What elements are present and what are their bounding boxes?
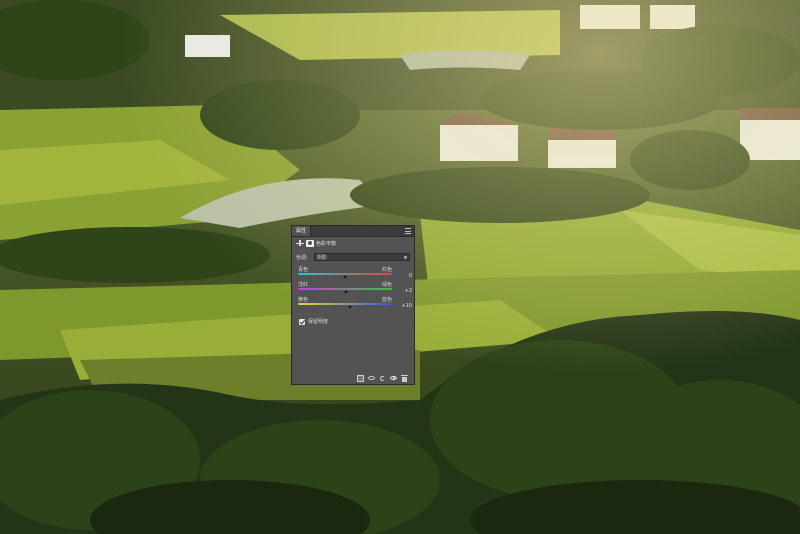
tone-label: 色调: [296, 254, 308, 261]
slider-thumb[interactable] [343, 275, 347, 278]
preserve-luminosity-checkbox[interactable] [299, 318, 305, 325]
view-previous-state-icon[interactable] [368, 375, 375, 382]
reset-icon[interactable] [379, 375, 386, 382]
slider-cyan-red: 青色 红色 0 [298, 266, 412, 279]
tab-properties[interactable]: 属性 [292, 226, 312, 236]
slider-track[interactable] [298, 303, 392, 305]
slider-magenta-green: 洋红 绿色 +2 [298, 281, 412, 294]
panel-tab-bar: 属性 [292, 226, 414, 237]
slider-value[interactable]: +2 [396, 288, 412, 294]
panel-menu-icon[interactable] [405, 228, 411, 234]
delete-icon[interactable] [401, 374, 408, 382]
slider-value[interactable]: 0 [396, 273, 412, 279]
panel-footer [292, 372, 414, 384]
slider-right-label: 蓝色 [381, 297, 392, 303]
slider-thumb[interactable] [347, 305, 352, 308]
tone-select[interactable]: 阴影 ▼ [314, 253, 410, 261]
slider-right-label: 绿色 [381, 282, 392, 288]
slider-yellow-blue: 黄色 蓝色 +10 [298, 296, 412, 309]
tone-row: 色调: 阴影 ▼ [292, 252, 414, 262]
properties-panel: 属性 色彩平衡 色调: 阴影 ▼ 青色 红色 0 洋红 绿色 +2 黄色 蓝色 … [291, 225, 415, 385]
slider-left-label: 洋红 [298, 282, 309, 288]
color-balance-icon [296, 239, 304, 247]
preserve-luminosity-label: 保留明度 [308, 319, 329, 325]
slider-value[interactable]: +10 [396, 303, 412, 309]
tone-select-value: 阴影 [317, 254, 328, 261]
slider-left-label: 青色 [298, 267, 309, 273]
slider-left-label: 黄色 [298, 297, 309, 303]
layer-mask-icon[interactable] [306, 239, 314, 247]
visibility-eye-icon[interactable] [390, 375, 397, 382]
adjustment-title: 色彩平衡 [316, 240, 337, 247]
preserve-luminosity-row: 保留明度 [292, 318, 414, 325]
panel-header: 色彩平衡 [292, 237, 414, 249]
slider-thumb[interactable] [343, 290, 348, 293]
slider-right-label: 红色 [381, 267, 392, 273]
clip-to-layer-icon[interactable] [357, 374, 364, 382]
chevron-down-icon: ▼ [403, 254, 407, 260]
